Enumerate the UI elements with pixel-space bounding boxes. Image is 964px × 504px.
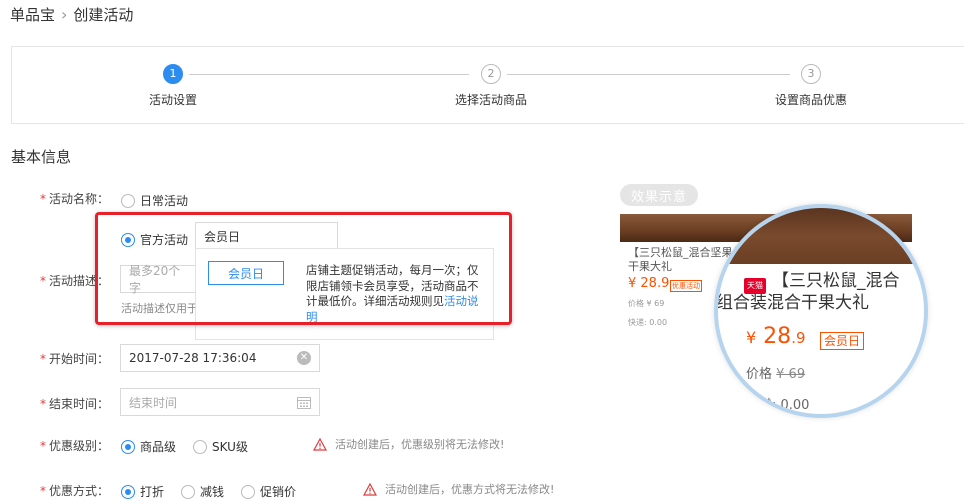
discount-type-label: * 优惠方式：: [40, 484, 110, 498]
radio-icon[interactable]: [121, 193, 135, 208]
required-mark: *: [40, 484, 46, 498]
breadcrumb: 单品宝 › 创建活动: [10, 4, 133, 25]
activity-name-label: * 活动名称：: [40, 192, 110, 206]
step-1-label: 活动设置: [148, 93, 197, 107]
radio-icon[interactable]: [193, 439, 207, 454]
breadcrumb-current: 创建活动: [73, 6, 134, 24]
required-mark: *: [40, 192, 46, 206]
start-time-label: * 开始时间：: [40, 352, 110, 366]
card-promo-tag: 优惠活动: [670, 280, 702, 292]
step-connector: [507, 74, 790, 75]
warning-icon: [363, 482, 377, 496]
product-image: [718, 208, 924, 264]
required-mark: *: [40, 352, 46, 366]
section-title: 基本信息: [11, 148, 72, 166]
magnified-shipping: 快递: 0.00: [746, 398, 810, 413]
card-price: ¥ 28.9: [628, 276, 670, 291]
step-1-circle: 1: [163, 64, 183, 84]
discount-type-warning: 活动创建后，优惠方式将无法修改!: [363, 481, 554, 497]
end-time-input[interactable]: 结束时间: [120, 388, 320, 416]
highlight-box: [95, 212, 512, 325]
radio-checked-icon[interactable]: [121, 439, 135, 454]
card-shipping: 快递: 0.00: [628, 318, 668, 327]
clear-icon[interactable]: ✕: [297, 351, 311, 365]
step-progress: 1 2 3 活动设置 选择活动商品 设置商品优惠: [11, 46, 964, 124]
radio-promo-price[interactable]: 促销价: [241, 481, 296, 500]
preview-magnifier: 天猫 【三只松鼠_混合 组合装混合干果大礼 ¥ 28.9 会员日 价格 ¥ 69…: [714, 204, 928, 418]
radio-sku-level[interactable]: SKU级: [193, 436, 248, 455]
radio-discount[interactable]: 打折: [121, 481, 164, 500]
step-connector: [189, 74, 469, 75]
end-time-label: * 结束时间：: [40, 397, 110, 411]
required-mark: *: [40, 274, 46, 288]
member-day-tag: 会员日: [820, 332, 865, 350]
start-time-input[interactable]: 2017-07-28 17:36:04 ✕: [120, 344, 320, 372]
chevron-right-icon: ›: [61, 5, 68, 24]
magnified-title: 【三只松鼠_混合 组合装混合干果大礼: [716, 271, 900, 313]
step-2-circle: 2: [481, 64, 501, 84]
calendar-icon[interactable]: [297, 396, 311, 409]
radio-daily-activity[interactable]: 日常活动: [121, 190, 188, 209]
magnified-original-price: 价格 ¥ 69: [746, 367, 806, 382]
step-3-label: 设置商品优惠: [774, 93, 847, 107]
discount-level-warning: 活动创建后，优惠级别将无法修改!: [313, 436, 504, 452]
breadcrumb-root[interactable]: 单品宝: [10, 4, 55, 25]
preview-badge: 效果示意: [620, 184, 698, 206]
magnified-price: ¥ 28.9: [746, 324, 806, 349]
radio-checked-icon[interactable]: [121, 484, 135, 499]
radio-reduce-amount[interactable]: 减钱: [181, 481, 224, 500]
radio-item-level[interactable]: 商品级: [121, 436, 176, 455]
required-mark: *: [40, 439, 46, 453]
card-original-price: 价格 ¥ 69: [628, 299, 665, 308]
radio-icon[interactable]: [241, 484, 255, 499]
step-3-circle: 3: [801, 64, 821, 84]
discount-level-label: * 优惠级别：: [40, 439, 110, 453]
radio-icon[interactable]: [181, 484, 195, 499]
required-mark: *: [40, 397, 46, 411]
step-2-label: 选择活动商品: [454, 93, 527, 107]
warning-icon: [313, 437, 327, 451]
